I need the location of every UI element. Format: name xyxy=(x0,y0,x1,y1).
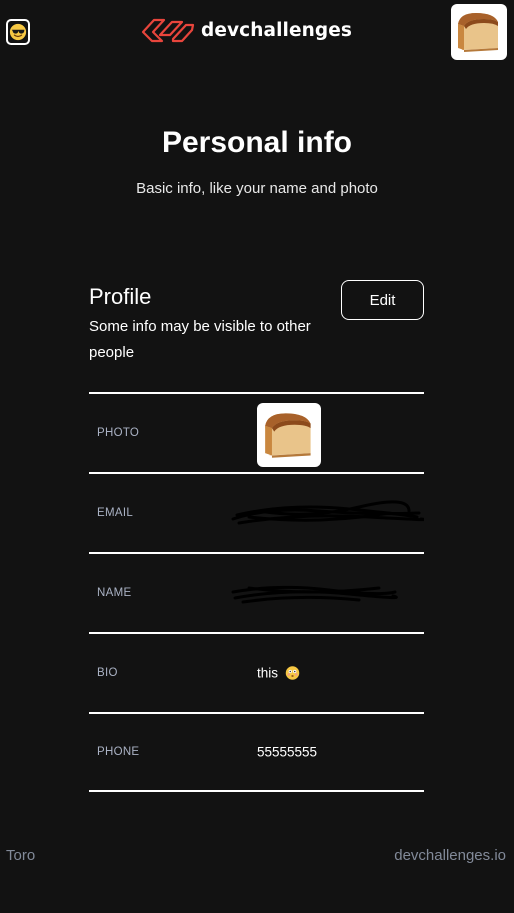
sunglasses-face-icon xyxy=(9,23,27,41)
theme-toggle-button[interactable] xyxy=(6,19,30,45)
profile-rows: PHOTO EMAIL NAME BIO this PHONE 55555555 xyxy=(89,392,424,792)
redacted-scribble-icon xyxy=(231,585,398,604)
bread-loaf-icon xyxy=(458,13,498,52)
row-label: PHONE xyxy=(97,746,140,758)
footer-link[interactable]: devchallenges.io xyxy=(394,847,506,864)
redacted-scribble-icon xyxy=(231,500,424,525)
row-name: NAME xyxy=(89,552,424,632)
footer-author: Toro xyxy=(6,847,36,864)
row-email: EMAIL xyxy=(89,472,424,552)
devchallenges-logo-icon xyxy=(141,18,195,43)
row-phone: PHONE 55555555 xyxy=(89,712,424,792)
row-label: EMAIL xyxy=(97,507,134,519)
flushed-face-emoji-icon xyxy=(285,666,300,680)
phone-value: 55555555 xyxy=(257,744,318,760)
bio-text: this xyxy=(257,665,279,681)
profile-description: Some info may be visible to other people xyxy=(89,318,311,361)
page-title: Personal info xyxy=(161,126,353,159)
profile-photo xyxy=(257,403,321,467)
bread-loaf-icon xyxy=(265,413,311,458)
logo-text: devchallenges xyxy=(201,20,352,41)
bio-value: this xyxy=(257,666,300,681)
logo[interactable]: devchallenges xyxy=(140,17,352,44)
row-label: NAME xyxy=(97,587,132,599)
row-photo: PHOTO xyxy=(89,392,424,472)
row-bio: BIO this xyxy=(89,632,424,712)
edit-button[interactable]: Edit xyxy=(341,280,424,320)
row-label: BIO xyxy=(97,667,118,679)
page-subtitle: Basic info, like your name and photo xyxy=(136,180,378,197)
avatar-menu-button[interactable] xyxy=(451,4,507,60)
row-label: PHOTO xyxy=(97,427,140,439)
